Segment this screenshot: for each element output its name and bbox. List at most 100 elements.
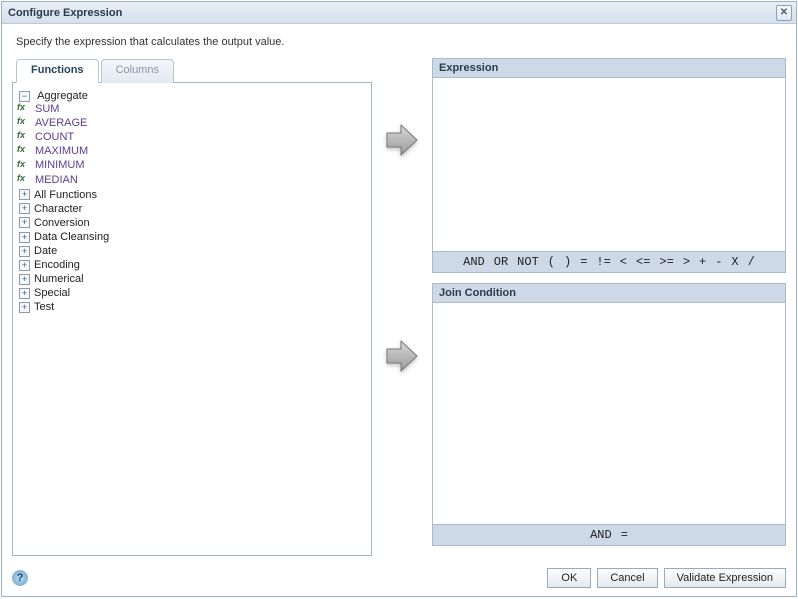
right-column: Expression AND OR NOT ( ) = != < <= >= > xyxy=(432,58,786,556)
tree-node-label: Date xyxy=(34,245,57,257)
expression-section: Expression AND OR NOT ( ) = != < <= >= > xyxy=(432,58,786,273)
tree-fn-minimum[interactable]: MINIMUM xyxy=(17,158,367,172)
expand-icon[interactable]: + xyxy=(19,260,30,271)
op-eq[interactable]: = xyxy=(618,528,631,542)
op-mult[interactable]: X xyxy=(728,255,741,269)
tree-node-label: Encoding xyxy=(34,259,80,271)
op-gt[interactable]: > xyxy=(680,255,693,269)
tab-columns[interactable]: Columns xyxy=(101,59,174,83)
tree-node-label: Test xyxy=(34,302,54,314)
tree-node-special[interactable]: + Special xyxy=(17,286,367,300)
tree-fn-median[interactable]: MEDIAN xyxy=(17,173,367,187)
tree-node-label: Character xyxy=(34,203,82,215)
op-div[interactable]: / xyxy=(745,255,758,269)
tree-node-conversion[interactable]: + Conversion xyxy=(17,216,367,230)
titlebar: Configure Expression ✕ xyxy=(2,2,796,24)
op-and[interactable]: AND xyxy=(460,255,488,269)
tree-fn-average[interactable]: AVERAGE xyxy=(17,116,367,130)
tree-fn-label: SUM xyxy=(35,103,59,115)
op-lt[interactable]: < xyxy=(617,255,630,269)
configure-expression-dialog: Configure Expression ✕ Specify the expre… xyxy=(1,1,797,597)
tree-fn-count[interactable]: COUNT xyxy=(17,130,367,144)
join-condition-section: Join Condition AND = xyxy=(432,283,786,546)
join-operator-bar: AND = xyxy=(433,524,785,545)
tree-fn-maximum[interactable]: MAXIMUM xyxy=(17,144,367,158)
close-icon: ✕ xyxy=(780,8,788,18)
op-eq[interactable]: = xyxy=(577,255,590,269)
tree-node-test[interactable]: + Test xyxy=(17,300,367,314)
tabstrip: Functions Columns xyxy=(16,58,372,82)
tree-node-label: Numerical xyxy=(34,273,84,285)
op-lparen[interactable]: ( xyxy=(545,255,558,269)
dialog-title: Configure Expression xyxy=(8,7,122,19)
fx-icon xyxy=(17,117,31,129)
op-and[interactable]: AND xyxy=(587,528,615,542)
validate-expression-button[interactable]: Validate Expression xyxy=(664,568,786,588)
tree-fn-label: MAXIMUM xyxy=(35,145,88,157)
expression-textarea[interactable] xyxy=(433,78,785,251)
op-not[interactable]: NOT xyxy=(514,255,542,269)
tree-fn-label: MEDIAN xyxy=(35,174,78,186)
tree-node-all-functions[interactable]: + All Functions xyxy=(17,188,367,202)
dialog-body: Specify the expression that calculates t… xyxy=(2,24,796,562)
tree-node-label: Data Cleansing xyxy=(34,231,109,243)
function-tree[interactable]: − Aggregate SUM AVERAGE COUNT MAXIMUM MI… xyxy=(12,82,372,556)
expand-icon[interactable]: + xyxy=(19,217,30,228)
expand-icon[interactable]: + xyxy=(19,232,30,243)
fx-icon xyxy=(17,145,31,157)
op-or[interactable]: OR xyxy=(491,255,511,269)
fx-icon xyxy=(17,160,31,172)
tree-node-character[interactable]: + Character xyxy=(17,202,367,216)
expand-icon[interactable]: + xyxy=(19,288,30,299)
tab-functions-label: Functions xyxy=(31,64,84,76)
tab-functions[interactable]: Functions xyxy=(16,59,99,83)
add-to-expression-button[interactable] xyxy=(381,118,423,164)
fx-icon xyxy=(17,174,31,186)
arrow-right-icon xyxy=(383,121,421,162)
tree-node-aggregate[interactable]: − Aggregate SUM AVERAGE COUNT MAXIMUM MI… xyxy=(17,89,367,188)
tree-fn-label: COUNT xyxy=(35,131,74,143)
add-to-join-button[interactable] xyxy=(381,334,423,380)
tree-fn-label: MINIMUM xyxy=(35,159,85,171)
expression-operator-bar: AND OR NOT ( ) = != < <= >= > + - X xyxy=(433,251,785,272)
tree-node-numerical[interactable]: + Numerical xyxy=(17,272,367,286)
tree-node-label: Aggregate xyxy=(37,90,88,102)
op-neq[interactable]: != xyxy=(593,255,613,269)
collapse-icon[interactable]: − xyxy=(19,91,30,102)
tab-columns-label: Columns xyxy=(116,64,159,76)
expand-icon[interactable]: + xyxy=(19,246,30,257)
arrow-right-icon xyxy=(383,337,421,378)
tree-node-encoding[interactable]: + Encoding xyxy=(17,258,367,272)
expand-icon[interactable]: + xyxy=(19,274,30,285)
dialog-footer: ? OK Cancel Validate Expression xyxy=(2,562,796,596)
op-rparen[interactable]: ) xyxy=(561,255,574,269)
tree-node-date[interactable]: + Date xyxy=(17,244,367,258)
op-plus[interactable]: + xyxy=(696,255,709,269)
expand-icon[interactable]: + xyxy=(19,203,30,214)
tree-node-data-cleansing[interactable]: + Data Cleansing xyxy=(17,230,367,244)
tree-fn-label: AVERAGE xyxy=(35,117,87,129)
tree-node-label: All Functions xyxy=(34,189,97,201)
expression-header: Expression xyxy=(433,59,785,78)
main-row: Functions Columns − Aggregate S xyxy=(12,58,786,556)
arrow-column xyxy=(372,58,432,556)
instruction-text: Specify the expression that calculates t… xyxy=(16,36,782,48)
tree-node-label: Conversion xyxy=(34,217,90,229)
tree-node-label: Special xyxy=(34,287,70,299)
op-minus[interactable]: - xyxy=(712,255,725,269)
help-icon: ? xyxy=(17,572,24,584)
close-button[interactable]: ✕ xyxy=(776,5,792,21)
cancel-button[interactable]: Cancel xyxy=(597,568,657,588)
expand-icon[interactable]: + xyxy=(19,189,30,200)
help-button[interactable]: ? xyxy=(12,570,28,586)
ok-button[interactable]: OK xyxy=(547,568,591,588)
op-lte[interactable]: <= xyxy=(633,255,653,269)
op-gte[interactable]: >= xyxy=(656,255,676,269)
join-header: Join Condition xyxy=(433,284,785,303)
fx-icon xyxy=(17,103,31,115)
expand-icon[interactable]: + xyxy=(19,302,30,313)
join-textarea[interactable] xyxy=(433,303,785,524)
fx-icon xyxy=(17,131,31,143)
tree-fn-sum[interactable]: SUM xyxy=(17,102,367,116)
left-column: Functions Columns − Aggregate S xyxy=(12,58,372,556)
